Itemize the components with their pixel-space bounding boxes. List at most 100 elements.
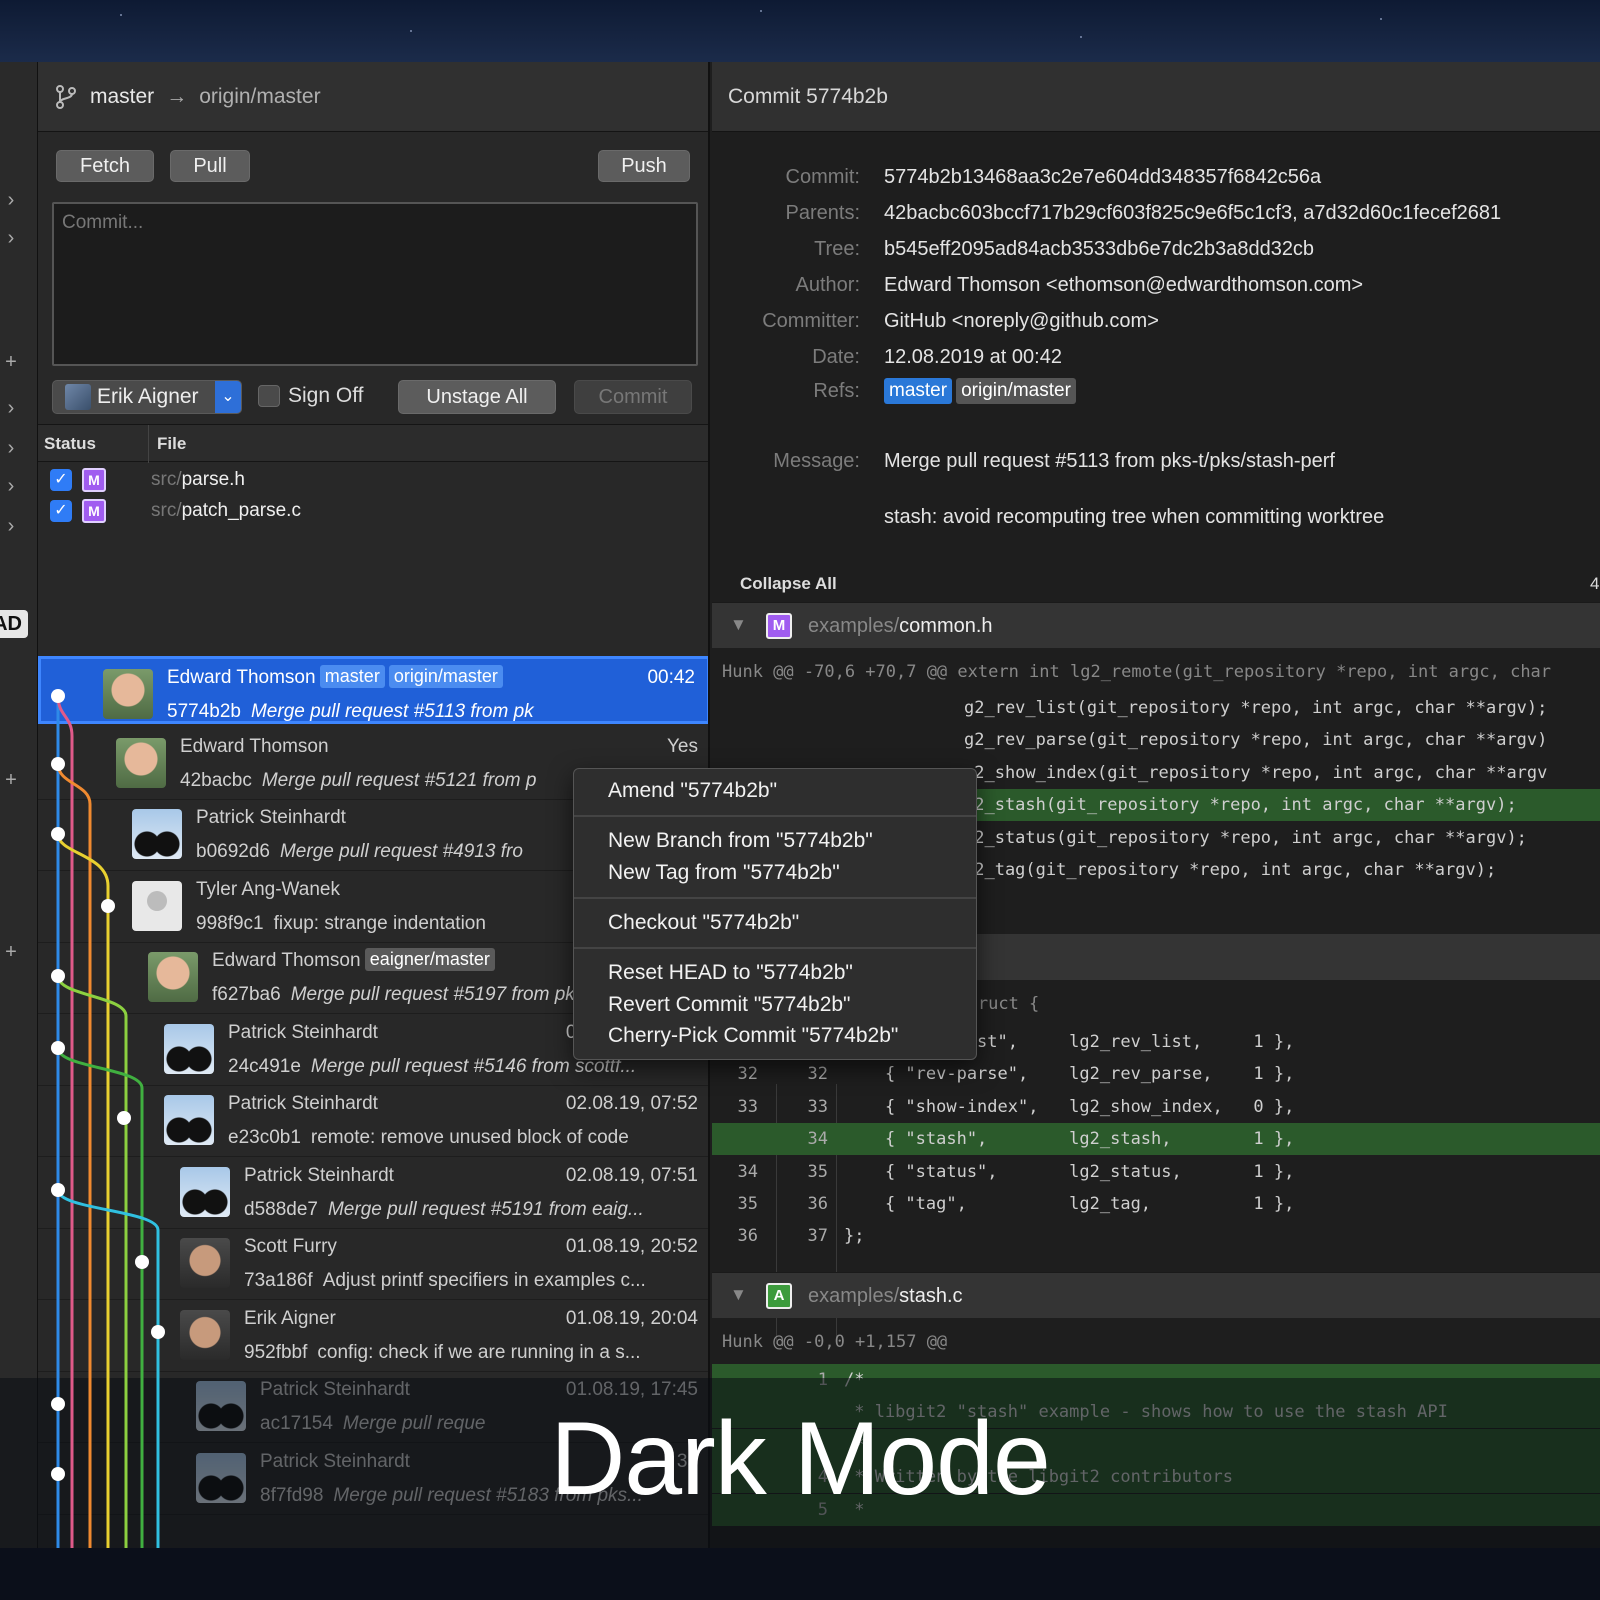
check-icon[interactable]: ✓ [50, 500, 72, 522]
chevron-right-icon[interactable]: › [2, 476, 20, 496]
line-number: 36 [737, 1226, 758, 1247]
ref-tag[interactable]: origin/master [388, 665, 503, 688]
diff-line: 33 33 { "show-index", lg2_show_index, 0 }… [712, 1091, 1600, 1123]
commit-date: 01.08.19, 20:52 [565, 1236, 698, 1257]
remote-branch[interactable]: origin/master [199, 85, 320, 109]
refs-value: master origin/master [884, 378, 1080, 404]
meta-message: Message: Merge pull request #5113 from pk… [773, 450, 1335, 472]
commit-hash[interactable]: 5774b2b13468aa3c2e7e604dd348357f6842c56a [884, 166, 1321, 189]
commit-message: config: check if we are running in a s..… [317, 1341, 641, 1363]
file-column-header[interactable]: File [148, 425, 186, 463]
avatar [180, 1238, 230, 1288]
menu-item-new-tag[interactable]: New Tag from "5774b2b" [608, 861, 840, 885]
check-icon[interactable]: ✓ [50, 469, 72, 491]
menu-item-cherry-pick[interactable]: Cherry-Pick Commit "5774b2b" [608, 1024, 898, 1048]
desktop-background [0, 0, 1600, 62]
menu-item-checkout[interactable]: Checkout "5774b2b" [608, 911, 799, 935]
plus-icon[interactable]: + [2, 770, 20, 790]
diff-line: 32 32 { "rev-parse", lg2_rev_parse, 1 }, [712, 1058, 1600, 1090]
message-line: Merge pull request #5113 from pks-t/pks/… [884, 450, 1335, 472]
commit-author: Patrick Steinhardt [196, 807, 346, 828]
overlay-title: Dark Mode [550, 1401, 1051, 1517]
line-number: 33 [807, 1096, 828, 1117]
meta-message-body: stash: avoid recomputing tree when commi… [712, 502, 1600, 534]
commit-message: Merge pull request #4913 fro [279, 841, 523, 862]
fetch-button[interactable]: Fetch [56, 150, 154, 182]
commit-date: 02.08.19, 07:52 [565, 1093, 698, 1114]
line-number: 35 [737, 1194, 758, 1214]
commit-button[interactable]: Commit [574, 380, 692, 414]
sidebar: › › + › › › › AD + + [0, 62, 38, 1548]
date-value: 12.08.2019 at 00:42 [884, 346, 1062, 368]
file-row[interactable]: ✓ M src/patch_parse.c [38, 496, 708, 526]
author-select[interactable]: Erik Aigner ⌄ [52, 380, 242, 414]
chevron-right-icon[interactable]: › [2, 228, 20, 248]
diff-line-text: { "show-index", lg2_show_index, 0 }, [844, 1096, 1295, 1117]
ref-tag[interactable]: master [319, 665, 385, 688]
arrow-right-icon: → [166, 84, 188, 108]
commit-author: Patrick Steinhardt [228, 1021, 378, 1043]
commit-sha: 5774b2b [167, 701, 241, 722]
file-row[interactable]: ✓ M src/parse.h [38, 465, 708, 495]
diff-file-header[interactable]: ▼ M examples/common.h [712, 602, 1600, 648]
commit-author: Edward Thomson [167, 667, 316, 688]
diff-line: g2_rev_list(git_repository *repo, int ar… [712, 692, 1600, 724]
unstage-all-button[interactable]: Unstage All [398, 380, 556, 414]
commit-sha: 998f9c1 [196, 912, 264, 934]
diff-file-header[interactable]: ▼ A examples/stash.c [712, 1272, 1600, 1318]
meta-committer: Committer: GitHub <noreply@github.com> [762, 310, 1159, 332]
modified-badge: M [82, 499, 106, 523]
commit-sha: 73a186f [244, 1270, 313, 1291]
file-path: src/patch_parse.c [151, 500, 301, 521]
meta-date: Date: 12.08.2019 at 00:42 [812, 346, 1062, 368]
meta-commit: Commit: 5774b2b13468aa3c2e7e604dd348357f6… [785, 166, 1322, 189]
menu-item-revert[interactable]: Revert Commit "5774b2b" [608, 993, 851, 1017]
ref-tag[interactable]: origin/master [956, 378, 1076, 404]
chevron-right-icon[interactable]: › [2, 438, 20, 458]
menu-item-amend[interactable]: Amend "5774b2b" [608, 779, 777, 803]
disclosure-triangle-icon[interactable]: ▼ [730, 1285, 747, 1305]
diff-line: g2_rev_parse(git_repository *repo, int a… [712, 724, 1600, 756]
plus-icon[interactable]: + [2, 352, 20, 372]
diff-line: 34 { "stash", lg2_stash, 1 }, [712, 1123, 1600, 1156]
push-button[interactable]: Push [598, 150, 690, 182]
commit-message-input[interactable]: Commit... [52, 202, 698, 366]
message-body: stash: avoid recomputing tree when commi… [884, 506, 1385, 528]
ref-tag[interactable]: master [884, 378, 953, 404]
collapse-all-button[interactable]: Collapse All [740, 574, 837, 594]
pull-button[interactable]: Pull [170, 150, 250, 182]
local-branch[interactable]: master [90, 85, 154, 109]
diff-line: 36 37}; [712, 1220, 1600, 1252]
diff-line-text: }; [844, 1226, 865, 1247]
line-number: 37 [807, 1226, 828, 1247]
author-name: Erik Aigner [97, 385, 199, 408]
modified-badge: M [82, 468, 106, 492]
commit-summary: d588de7 Merge pull request #5191 from eai… [244, 1199, 698, 1221]
parent-hashes[interactable]: 42bacbc603bccf717b29cf603f825c9e6f5c1cf3… [884, 202, 1501, 225]
chevron-down-icon[interactable]: ⌄ [215, 381, 241, 413]
ref-tag[interactable]: eaigner/master [364, 948, 495, 971]
head-badge: AD [0, 610, 28, 638]
menu-item-new-branch[interactable]: New Branch from "5774b2b" [608, 829, 873, 853]
detail-title: Commit 5774b2b [712, 62, 1600, 132]
menu-item-reset-head[interactable]: Reset HEAD to "5774b2b" [608, 961, 853, 985]
commit-summary: 73a186f Adjust printf specifiers in examp… [244, 1270, 698, 1292]
line-number: 36 [807, 1194, 828, 1214]
menu-separator [574, 815, 976, 817]
meta-refs: Refs: master origin/master [712, 376, 1600, 408]
line-number: 35 [807, 1161, 828, 1182]
checkbox[interactable] [258, 385, 280, 407]
plus-icon[interactable]: + [2, 942, 20, 962]
chevron-right-icon[interactable]: › [2, 398, 20, 418]
diff-line-text: { "stash", lg2_stash, 1 }, [844, 1129, 1295, 1150]
commit-author: Edward Thomson [212, 950, 361, 971]
chevron-right-icon[interactable]: › [2, 190, 20, 210]
disclosure-triangle-icon[interactable]: ▼ [730, 615, 747, 635]
commit-date: 02.08.19, 07:51 [565, 1164, 698, 1186]
chevron-right-icon[interactable]: › [2, 516, 20, 536]
commit-summary: 5774b2b Merge pull request #5113 from pk [167, 701, 701, 723]
author-value: Edward Thomson <ethomson@edwardthomson.c… [884, 274, 1364, 296]
diff-line-text: g2_stash(git_repository *repo, int argc,… [964, 795, 1517, 816]
status-column-header[interactable]: Status [44, 434, 96, 454]
sign-off-checkbox[interactable]: Sign Off [258, 384, 364, 408]
